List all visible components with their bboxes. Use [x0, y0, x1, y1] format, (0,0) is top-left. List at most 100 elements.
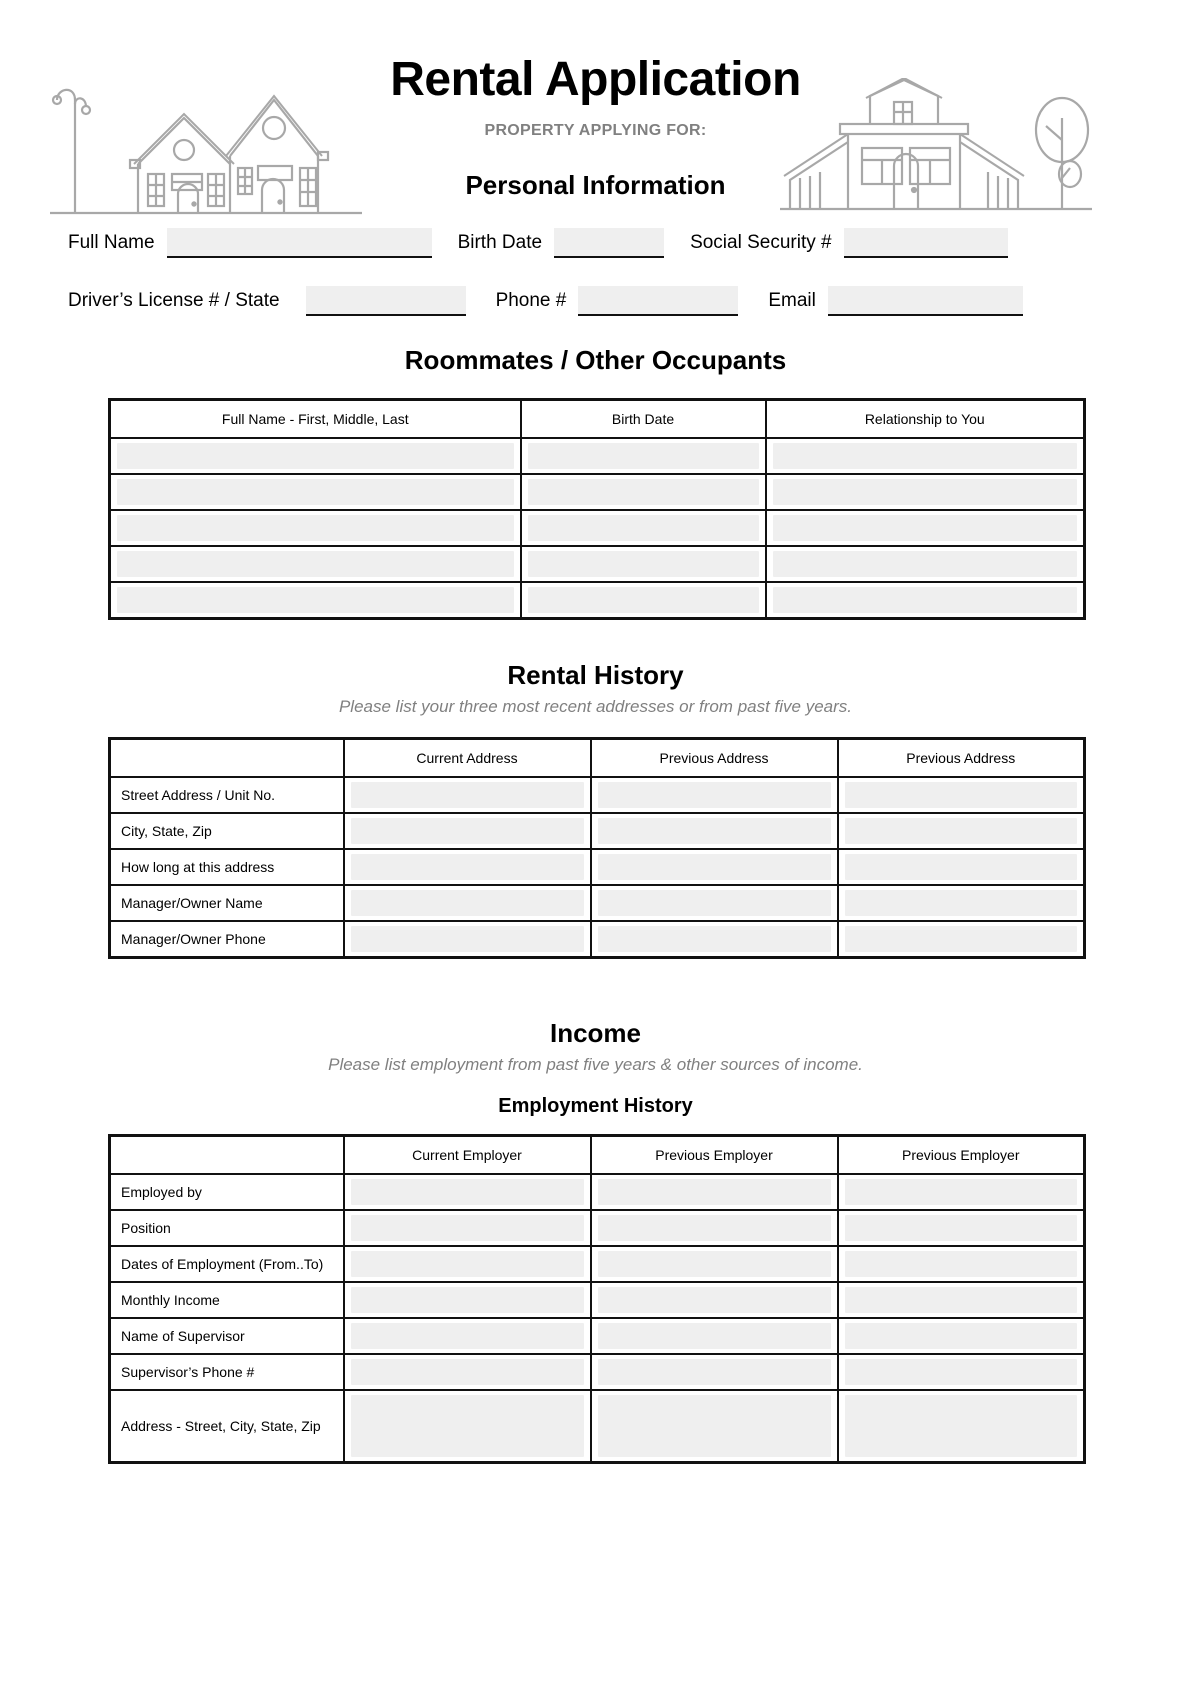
email-input[interactable] — [827, 286, 1023, 316]
roommate-relationship-input[interactable] — [772, 443, 1077, 469]
rental-previous1-input[interactable] — [597, 854, 831, 880]
rental-current-cell[interactable] — [342, 812, 592, 850]
rental-current-cell[interactable] — [342, 920, 592, 959]
roommate-name-cell[interactable] — [108, 581, 522, 620]
employment-current-input[interactable] — [350, 1215, 584, 1241]
employment-previous2-input[interactable] — [844, 1359, 1077, 1385]
employment-current-cell[interactable] — [342, 1317, 592, 1355]
employment-previous2-cell[interactable] — [836, 1317, 1086, 1355]
roommate-birthdate-cell[interactable] — [519, 509, 767, 547]
rental-previous2-cell[interactable] — [836, 920, 1086, 959]
phone-input[interactable] — [578, 286, 739, 316]
roommate-relationship-input[interactable] — [772, 587, 1077, 613]
roommate-birthdate-input[interactable] — [527, 443, 759, 469]
employment-previous1-cell[interactable] — [589, 1173, 839, 1211]
employment-previous1-cell[interactable] — [589, 1353, 839, 1391]
employment-current-input[interactable] — [350, 1323, 584, 1349]
employment-current-cell[interactable] — [342, 1389, 592, 1464]
rental-previous2-input[interactable] — [844, 782, 1077, 808]
rental-previous2-input[interactable] — [844, 818, 1077, 844]
rental-previous2-cell[interactable] — [836, 776, 1086, 814]
roommate-name-cell[interactable] — [108, 509, 522, 547]
rental-current-cell[interactable] — [342, 884, 592, 922]
employment-previous1-cell[interactable] — [589, 1209, 839, 1247]
social-security-input[interactable] — [843, 228, 1008, 258]
roommate-birthdate-cell[interactable] — [519, 581, 767, 620]
employment-previous1-cell[interactable] — [589, 1389, 839, 1464]
roommate-name-cell[interactable] — [108, 437, 522, 475]
roommate-relationship-input[interactable] — [772, 479, 1077, 505]
employment-previous1-input[interactable] — [597, 1179, 831, 1205]
employment-current-cell[interactable] — [342, 1209, 592, 1247]
employment-current-input[interactable] — [350, 1287, 584, 1313]
rental-previous2-cell[interactable] — [836, 848, 1086, 886]
employment-current-input[interactable] — [350, 1395, 584, 1457]
roommate-birthdate-input[interactable] — [527, 515, 759, 541]
roommate-name-input[interactable] — [117, 587, 514, 613]
roommate-relationship-cell[interactable] — [764, 473, 1086, 511]
employment-current-cell[interactable] — [342, 1281, 592, 1319]
employment-previous1-cell[interactable] — [589, 1245, 839, 1283]
roommate-name-input[interactable] — [117, 515, 514, 541]
roommate-birthdate-input[interactable] — [527, 551, 759, 577]
employment-previous1-input[interactable] — [597, 1251, 831, 1277]
employment-previous1-input[interactable] — [597, 1359, 831, 1385]
roommate-relationship-cell[interactable] — [764, 545, 1086, 583]
employment-previous1-cell[interactable] — [589, 1317, 839, 1355]
rental-current-input[interactable] — [350, 854, 584, 880]
employment-previous2-input[interactable] — [844, 1287, 1077, 1313]
roommate-name-cell[interactable] — [108, 473, 522, 511]
employment-current-cell[interactable] — [342, 1353, 592, 1391]
employment-previous2-cell[interactable] — [836, 1389, 1086, 1464]
employment-previous2-cell[interactable] — [836, 1245, 1086, 1283]
employment-current-input[interactable] — [350, 1359, 584, 1385]
employment-previous2-input[interactable] — [844, 1215, 1077, 1241]
employment-previous1-input[interactable] — [597, 1215, 831, 1241]
employment-previous2-input[interactable] — [844, 1251, 1077, 1277]
rental-previous1-cell[interactable] — [589, 812, 839, 850]
employment-previous2-cell[interactable] — [836, 1209, 1086, 1247]
roommate-relationship-cell[interactable] — [764, 581, 1086, 620]
employment-current-cell[interactable] — [342, 1245, 592, 1283]
drivers-license-input[interactable] — [305, 286, 466, 316]
roommate-name-input[interactable] — [117, 443, 514, 469]
employment-current-input[interactable] — [350, 1251, 584, 1277]
roommate-relationship-input[interactable] — [772, 515, 1077, 541]
roommate-birthdate-cell[interactable] — [519, 473, 767, 511]
rental-current-input[interactable] — [350, 890, 584, 916]
employment-previous2-input[interactable] — [844, 1323, 1077, 1349]
rental-previous1-cell[interactable] — [589, 884, 839, 922]
rental-previous2-input[interactable] — [844, 854, 1077, 880]
employment-previous2-input[interactable] — [844, 1179, 1077, 1205]
employment-previous2-cell[interactable] — [836, 1281, 1086, 1319]
rental-current-input[interactable] — [350, 782, 584, 808]
employment-previous2-input[interactable] — [844, 1395, 1077, 1457]
employment-previous1-cell[interactable] — [589, 1281, 839, 1319]
rental-previous1-input[interactable] — [597, 890, 831, 916]
employment-current-cell[interactable] — [342, 1173, 592, 1211]
rental-previous1-cell[interactable] — [589, 776, 839, 814]
roommate-birthdate-cell[interactable] — [519, 437, 767, 475]
rental-previous1-cell[interactable] — [589, 848, 839, 886]
roommate-relationship-input[interactable] — [772, 551, 1077, 577]
employment-previous1-input[interactable] — [597, 1395, 831, 1457]
employment-previous1-input[interactable] — [597, 1323, 831, 1349]
roommate-birthdate-input[interactable] — [527, 587, 759, 613]
rental-previous1-input[interactable] — [597, 782, 831, 808]
rental-previous2-cell[interactable] — [836, 812, 1086, 850]
roommate-relationship-cell[interactable] — [764, 509, 1086, 547]
full-name-input[interactable] — [166, 228, 432, 258]
roommate-name-cell[interactable] — [108, 545, 522, 583]
rental-current-cell[interactable] — [342, 776, 592, 814]
employment-previous2-cell[interactable] — [836, 1173, 1086, 1211]
rental-previous1-cell[interactable] — [589, 920, 839, 959]
roommate-relationship-cell[interactable] — [764, 437, 1086, 475]
roommate-birthdate-cell[interactable] — [519, 545, 767, 583]
rental-previous2-cell[interactable] — [836, 884, 1086, 922]
rental-previous2-input[interactable] — [844, 926, 1077, 952]
rental-previous2-input[interactable] — [844, 890, 1077, 916]
roommate-name-input[interactable] — [117, 551, 514, 577]
rental-previous1-input[interactable] — [597, 818, 831, 844]
rental-current-input[interactable] — [350, 926, 584, 952]
birth-date-input[interactable] — [554, 228, 665, 258]
